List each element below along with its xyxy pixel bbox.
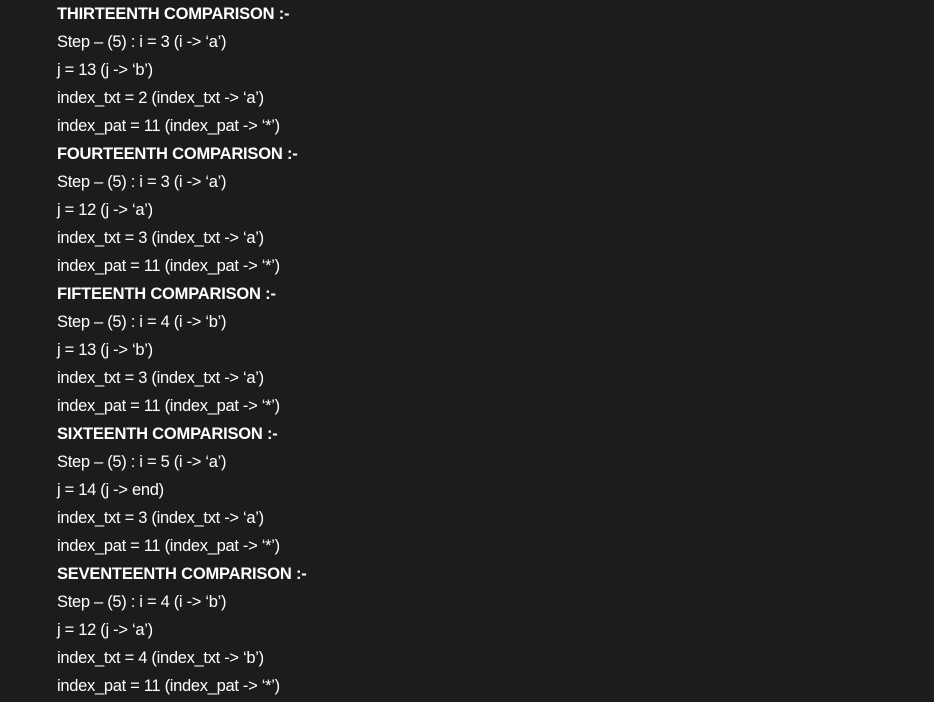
step-line: Step – (5) : i = 3 (i -> ‘a’) xyxy=(57,33,227,51)
index-txt-line: index_txt = 4 (index_txt -> ‘b’) xyxy=(57,649,264,667)
section-heading: FOURTEENTH COMPARISON :- xyxy=(57,145,298,163)
index-txt-line: index_txt = 3 (index_txt -> ‘a’) xyxy=(57,509,264,527)
comparison-section: FIFTEENTH COMPARISON :- Step – (5) : i =… xyxy=(57,280,917,420)
j-line: j = 12 (j -> ‘a’) xyxy=(57,201,153,219)
index-pat-line: index_pat = 11 (index_pat -> ‘*’) xyxy=(57,677,280,695)
section-heading: THIRTEENTH COMPARISON :- xyxy=(57,5,290,23)
step-line: Step – (5) : i = 4 (i -> ‘b’) xyxy=(57,593,227,611)
index-pat-line: index_pat = 11 (index_pat -> ‘*’) xyxy=(57,397,280,415)
j-line: j = 12 (j -> ‘a’) xyxy=(57,621,153,639)
index-txt-line: index_txt = 2 (index_txt -> ‘a’) xyxy=(57,89,264,107)
j-line: j = 14 (j -> end) xyxy=(57,481,164,499)
step-line: Step – (5) : i = 3 (i -> ‘a’) xyxy=(57,173,227,191)
index-pat-line: index_pat = 11 (index_pat -> ‘*’) xyxy=(57,537,280,555)
j-line: j = 13 (j -> ‘b’) xyxy=(57,61,153,79)
comparison-section: SEVENTEENTH COMPARISON :- Step – (5) : i… xyxy=(57,560,917,700)
index-txt-line: index_txt = 3 (index_txt -> ‘a’) xyxy=(57,229,264,247)
section-heading: SEVENTEENTH COMPARISON :- xyxy=(57,565,307,583)
step-line: Step – (5) : i = 4 (i -> ‘b’) xyxy=(57,313,227,331)
step-line: Step – (5) : i = 5 (i -> ‘a’) xyxy=(57,453,227,471)
index-txt-line: index_txt = 3 (index_txt -> ‘a’) xyxy=(57,369,264,387)
index-pat-line: index_pat = 11 (index_pat -> ‘*’) xyxy=(57,257,280,275)
section-heading: FIFTEENTH COMPARISON :- xyxy=(57,285,276,303)
section-heading: SIXTEENTH COMPARISON :- xyxy=(57,425,278,443)
comparison-section: THIRTEENTH COMPARISON :- Step – (5) : i … xyxy=(57,0,917,140)
j-line: j = 13 (j -> ‘b’) xyxy=(57,341,153,359)
comparison-trace: THIRTEENTH COMPARISON :- Step – (5) : i … xyxy=(57,0,917,700)
comparison-section: FOURTEENTH COMPARISON :- Step – (5) : i … xyxy=(57,140,917,280)
comparison-section: SIXTEENTH COMPARISON :- Step – (5) : i =… xyxy=(57,420,917,560)
index-pat-line: index_pat = 11 (index_pat -> ‘*’) xyxy=(57,117,280,135)
